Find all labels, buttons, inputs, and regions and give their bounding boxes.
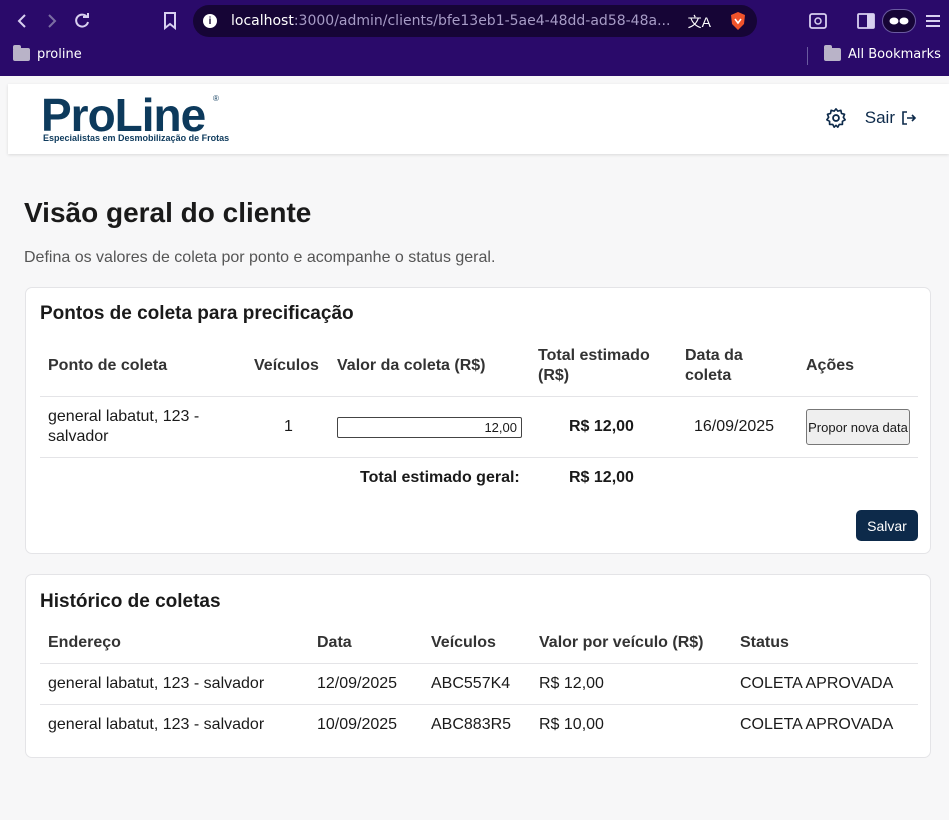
history-header-veiculos: Veículos xyxy=(431,634,496,651)
history-header-data: Data xyxy=(317,634,352,651)
history-row-data: 12/09/2025 xyxy=(317,675,398,692)
logout-icon xyxy=(901,110,917,126)
pricing-card: Pontos de coleta para precificação Ponto… xyxy=(25,287,931,554)
total-geral-label: Total estimado geral: xyxy=(360,469,520,486)
history-header-endereco: Endereço xyxy=(48,634,121,651)
history-row-endereco: general labatut, 123 - salvador xyxy=(48,675,265,692)
column-header-total: Total estimado (R$) xyxy=(538,347,650,384)
browser-toolbar: i localhost :3000/admin/clients/bfe13eb1… xyxy=(0,0,949,42)
history-row-veiculos: ABC557K4 xyxy=(431,675,511,692)
history-header-valor: Valor por veículo (R$) xyxy=(539,634,704,651)
brave-shield-icon[interactable] xyxy=(729,11,747,36)
table-divider xyxy=(40,663,918,664)
column-header-data: Data da coleta xyxy=(685,347,743,384)
pricing-card-title: Pontos de coleta para precificação xyxy=(40,303,354,324)
all-bookmarks[interactable]: All Bookmarks xyxy=(824,45,941,62)
history-row-valor: R$ 10,00 xyxy=(539,716,604,733)
page-title: Visão geral do cliente xyxy=(24,197,312,228)
pricing-row-data: 16/09/2025 xyxy=(694,418,775,435)
folder-icon xyxy=(824,45,841,61)
column-header-valor: Valor da coleta (R$) xyxy=(337,357,486,374)
profile-icon[interactable] xyxy=(882,9,916,33)
pricing-row-veiculos: 1 xyxy=(284,418,293,435)
folder-icon xyxy=(13,45,30,61)
address-bar[interactable]: i localhost :3000/admin/clients/bfe13eb1… xyxy=(193,5,757,37)
url-host: localhost xyxy=(231,13,294,29)
column-header-acoes: Ações xyxy=(806,357,855,374)
history-row-veiculos: ABC883R5 xyxy=(431,716,512,733)
history-row-data: 10/09/2025 xyxy=(317,716,398,733)
history-card-title: Histórico de coletas xyxy=(40,591,221,612)
history-card: Histórico de coletas Endereço Data Veícu… xyxy=(25,574,931,758)
proline-logo[interactable]: ProLine ® Especialistas em Desmobilizaçã… xyxy=(41,88,229,143)
propor-nova-data-button[interactable]: Propor nova data xyxy=(806,409,910,445)
total-geral-value: R$ 12,00 xyxy=(569,469,634,486)
table-divider xyxy=(40,457,918,458)
save-button[interactable]: Salvar xyxy=(856,510,918,541)
extensions-icon[interactable] xyxy=(807,10,829,32)
menu-icon[interactable] xyxy=(922,10,944,32)
logout-button[interactable]: Sair xyxy=(865,108,917,128)
pricing-row-total: R$ 12,00 xyxy=(569,418,634,435)
bookmark-icon[interactable] xyxy=(159,10,181,32)
logo-registered-mark: ® xyxy=(213,94,219,103)
all-bookmarks-label: All Bookmarks xyxy=(848,47,941,62)
sidebar-icon[interactable] xyxy=(855,10,877,32)
logout-label: Sair xyxy=(864,108,895,127)
site-info-icon[interactable]: i xyxy=(203,14,217,28)
table-divider xyxy=(40,396,918,397)
history-row-valor: R$ 12,00 xyxy=(539,675,604,692)
back-icon[interactable] xyxy=(11,10,33,32)
history-row-endereco: general labatut, 123 - salvador xyxy=(48,716,265,733)
logo-tagline: Especialistas em Desmobilização de Frota… xyxy=(43,133,230,143)
header-actions: Sair xyxy=(825,107,917,129)
history-row-status: COLETA APROVADA xyxy=(740,675,894,692)
history-row-status: COLETA APROVADA xyxy=(740,716,894,733)
pricing-row-ponto: general labatut, 123 - salvador xyxy=(48,408,200,445)
url-path: :3000/admin/clients/bfe13eb1-5ae4-48dd-a… xyxy=(293,13,671,29)
history-header-status: Status xyxy=(740,634,789,651)
app-header: ProLine ® Especialistas em Desmobilizaçã… xyxy=(8,84,949,154)
table-divider xyxy=(40,704,918,705)
settings-gear-icon[interactable] xyxy=(825,107,847,129)
translate-icon[interactable]: 文A xyxy=(688,12,711,32)
column-header-ponto: Ponto de coleta xyxy=(48,357,168,374)
bookmarks-divider xyxy=(807,47,808,65)
bookmark-folder-proline[interactable]: proline xyxy=(13,45,82,62)
column-header-veiculos: Veículos xyxy=(254,357,319,374)
forward-icon[interactable] xyxy=(41,10,63,32)
valor-coleta-input[interactable] xyxy=(337,417,522,438)
bookmarks-bar: proline All Bookmarks xyxy=(0,42,949,70)
browser-chrome: i localhost :3000/admin/clients/bfe13eb1… xyxy=(0,0,949,76)
page-subtitle: Defina os valores de coleta por ponto e … xyxy=(24,249,496,266)
reload-icon[interactable] xyxy=(71,10,93,32)
bookmark-folder-label: proline xyxy=(37,47,82,62)
